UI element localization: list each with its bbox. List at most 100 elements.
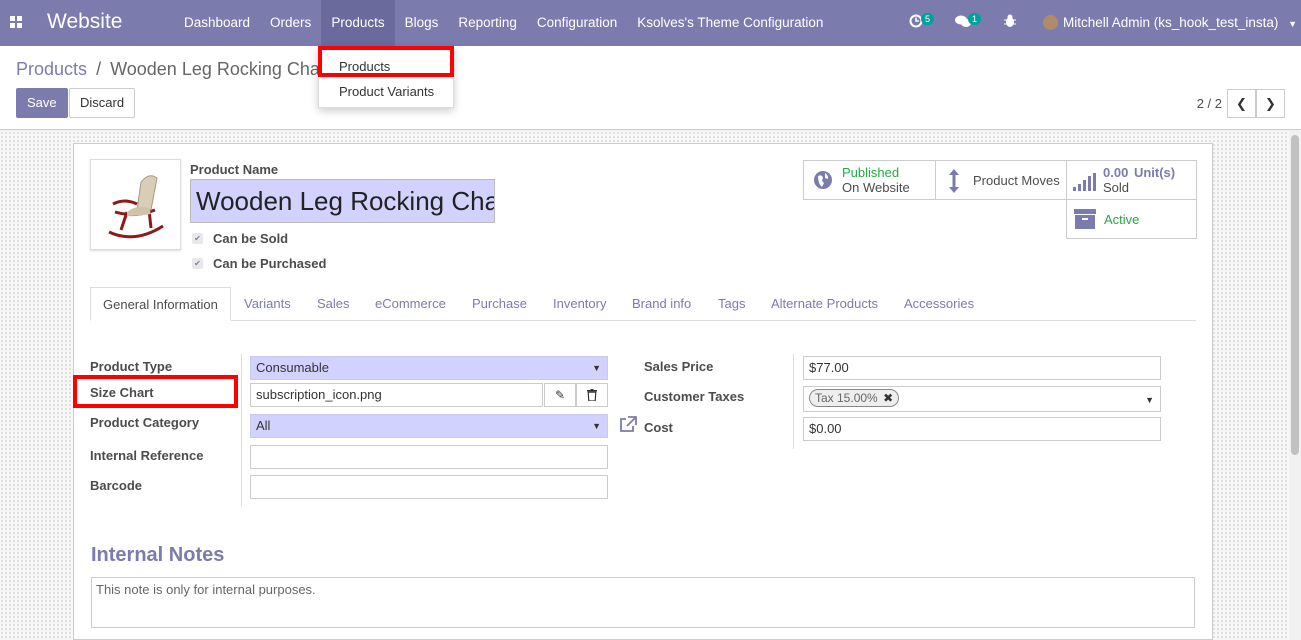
signal-bars-icon	[1073, 173, 1096, 191]
cost-label: Cost	[644, 420, 673, 435]
product-name-label: Product Name	[190, 162, 279, 177]
pencil-icon: ✎	[554, 388, 566, 402]
sales-price-input[interactable]: $77.00	[803, 356, 1161, 380]
product-name-input[interactable]: Wooden Leg Rocking Chair	[190, 179, 495, 223]
customer-taxes-field[interactable]: Tax 15.00% ✖ ▼	[803, 386, 1161, 412]
tab-alternate-products[interactable]: Alternate Products	[771, 287, 878, 321]
breadcrumb-separator: /	[96, 59, 102, 79]
can-be-purchased-label: Can be Purchased	[213, 256, 327, 271]
apps-menu-icon[interactable]	[10, 16, 23, 29]
can-be-purchased-checkbox[interactable]: ✔	[192, 258, 203, 269]
product-category-value: All	[256, 418, 271, 433]
chevron-right-icon: ❯	[1265, 96, 1276, 111]
barcode-label: Barcode	[90, 478, 143, 493]
external-link-icon[interactable]	[619, 416, 637, 436]
pager-value: 2 / 2	[1196, 96, 1222, 111]
remove-tag-icon[interactable]: ✖	[883, 391, 893, 405]
menu-orders[interactable]: Orders	[260, 0, 321, 46]
tab-tags[interactable]: Tags	[718, 287, 745, 321]
left-group-divider	[241, 354, 242, 506]
activity-badge: 5	[921, 13, 935, 25]
can-be-sold-checkbox[interactable]: ✔	[192, 233, 203, 244]
app-brand[interactable]: Website	[47, 10, 122, 34]
user-name: Mitchell Admin (ks_hook_test_insta)	[1063, 15, 1279, 30]
tab-sales[interactable]: Sales	[317, 287, 350, 321]
sold-value: 0.00 Unit(s)	[1103, 165, 1175, 180]
customer-taxes-label: Customer Taxes	[644, 389, 745, 404]
pager-next-button[interactable]: ❯	[1256, 89, 1285, 118]
tab-accessories[interactable]: Accessories	[904, 287, 974, 321]
scrollbar[interactable]	[1289, 131, 1301, 640]
internal-notes-textarea[interactable]: This note is only for internal purposes.	[91, 577, 1195, 628]
active-toggle-button[interactable]: Active	[1066, 199, 1197, 239]
control-panel: Products / Wooden Leg Rocking Chai Save …	[0, 46, 1301, 130]
published-stat-button[interactable]: Published On Website	[803, 160, 936, 200]
product-image[interactable]	[90, 159, 181, 250]
product-type-select[interactable]: Consumable ▼	[250, 356, 608, 380]
notebook-tabs: General Information Variants Sales eComm…	[90, 287, 1196, 321]
product-category-label: Product Category	[90, 415, 200, 430]
scrollbar-thumb[interactable]	[1291, 135, 1299, 455]
right-group-divider	[793, 354, 794, 449]
archive-icon	[1074, 209, 1096, 229]
menu-reporting[interactable]: Reporting	[448, 0, 527, 46]
product-moves-button[interactable]: Product Moves	[935, 160, 1067, 200]
discard-button[interactable]: Discard	[69, 88, 136, 118]
breadcrumb-current: Wooden Leg Rocking Chai	[110, 59, 324, 79]
menu-dashboard[interactable]: Dashboard	[174, 0, 260, 46]
trash-icon	[587, 389, 597, 402]
top-navbar: Website Dashboard Orders Products Blogs …	[0, 0, 1301, 46]
debug-icon[interactable]	[1004, 14, 1016, 31]
tax-tag: Tax 15.00% ✖	[809, 389, 900, 407]
breadcrumb-products-link[interactable]: Products	[16, 59, 87, 79]
edit-file-button[interactable]: ✎	[544, 383, 576, 407]
highlight-products-item	[318, 46, 454, 77]
menu-theme-configuration[interactable]: Ksolves's Theme Configuration	[627, 0, 833, 46]
can-be-sold-label: Can be Sold	[213, 231, 289, 246]
chevron-down-icon: ▼	[1288, 19, 1298, 29]
dropdown-item-product-variants[interactable]: Product Variants	[339, 84, 434, 99]
caret-down-icon: ▼	[1145, 395, 1154, 405]
sold-stat-button[interactable]: 0.00 Unit(s) Sold	[1066, 160, 1197, 200]
cost-input[interactable]: $0.00	[803, 417, 1161, 441]
menu-products[interactable]: Products	[321, 0, 395, 46]
product-type-label: Product Type	[90, 359, 173, 374]
sales-price-label: Sales Price	[644, 359, 714, 374]
tab-variants[interactable]: Variants	[244, 287, 291, 321]
published-status: Published	[842, 165, 900, 180]
save-button[interactable]: Save	[16, 88, 68, 118]
arrows-vertical-icon	[949, 169, 959, 193]
messages-badge: 1	[968, 13, 982, 25]
menu-configuration[interactable]: Configuration	[527, 0, 627, 46]
breadcrumb: Products / Wooden Leg Rocking Chai	[16, 59, 324, 80]
caret-down-icon: ▼	[592, 421, 601, 431]
internal-reference-input[interactable]	[250, 445, 608, 469]
tab-inventory[interactable]: Inventory	[553, 287, 606, 321]
product-type-value: Consumable	[256, 360, 329, 375]
sold-unit: Unit(s)	[1133, 165, 1176, 180]
user-menu[interactable]: Mitchell Admin (ks_hook_test_insta) ▼	[1063, 0, 1297, 47]
delete-file-button[interactable]	[576, 383, 608, 407]
internal-notes-title: Internal Notes	[91, 544, 225, 566]
published-subtitle: On Website	[842, 180, 910, 195]
tab-general-information[interactable]: General Information	[90, 287, 231, 321]
product-moves-label: Product Moves	[973, 173, 1060, 188]
caret-down-icon: ▼	[592, 363, 601, 373]
user-avatar[interactable]	[1043, 15, 1058, 30]
sold-quantity: 0.00	[1103, 165, 1129, 180]
product-category-select[interactable]: All ▼	[250, 414, 608, 438]
tax-tag-label: Tax 15.00%	[815, 391, 878, 405]
pager-previous-button[interactable]: ❮	[1227, 89, 1256, 118]
tab-ecommerce[interactable]: eCommerce	[375, 287, 446, 321]
globe-icon	[814, 171, 832, 189]
barcode-input[interactable]	[250, 475, 608, 499]
main-menu: Dashboard Orders Products Blogs Reportin…	[174, 0, 833, 46]
size-chart-file-field[interactable]: subscription_icon.png	[250, 383, 543, 407]
active-status: Active	[1104, 212, 1140, 227]
internal-reference-label: Internal Reference	[90, 448, 204, 463]
tab-brand-info[interactable]: Brand info	[632, 287, 691, 321]
chevron-left-icon: ❮	[1236, 96, 1247, 111]
form-sheet: Product Name Wooden Leg Rocking Chair ✔ …	[73, 143, 1213, 640]
tab-purchase[interactable]: Purchase	[472, 287, 527, 321]
menu-blogs[interactable]: Blogs	[395, 0, 449, 46]
